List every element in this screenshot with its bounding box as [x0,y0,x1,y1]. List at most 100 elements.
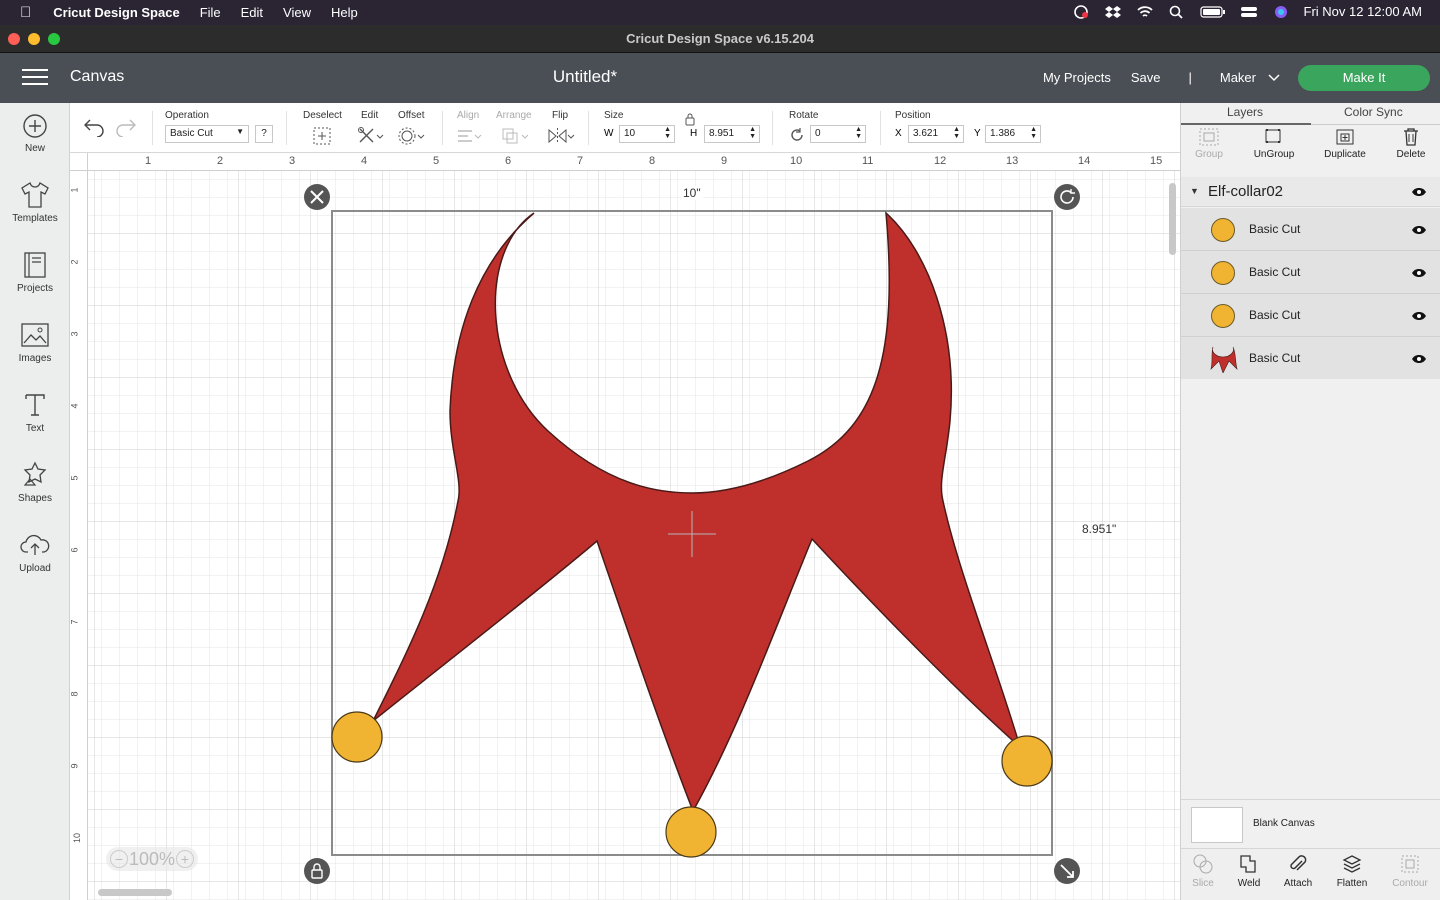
undo-icon[interactable] [82,117,106,137]
machine-select[interactable]: Maker [1220,70,1280,85]
sidebar-item-new[interactable]: New [0,113,70,154]
visibility-eye-icon[interactable] [1411,311,1427,321]
sidebar-item-shapes[interactable]: Shapes [0,461,70,504]
zoom-out-button[interactable]: − [110,850,128,868]
apple-icon[interactable]:  [20,4,31,21]
contour-button[interactable]: Contour [1384,853,1436,889]
sidebar-item-images[interactable]: Images [0,321,70,364]
my-projects-link[interactable]: My Projects [1043,70,1111,85]
layers-empty-area [1181,379,1440,799]
menu-edit[interactable]: Edit [241,5,263,20]
chevron-down-icon [1268,73,1280,81]
stepper-icon[interactable]: ▲ ▼ [1030,126,1037,140]
rotate-handle[interactable] [1054,184,1080,210]
attach-button[interactable]: Attach [1272,853,1324,889]
bell-circle-left[interactable] [331,711,383,763]
zoom-in-button[interactable]: + [175,850,194,868]
arrange-icon[interactable] [500,126,530,146]
height-input[interactable]: 8.951 ▲ ▼ [704,125,760,143]
lock-handle[interactable] [304,858,330,884]
trash-icon [1404,128,1418,146]
ruler-top-tick-label: 14 [1078,155,1091,167]
width-input[interactable]: 10 ▲ ▼ [619,125,675,143]
layer-swatch-collar[interactable] [1207,345,1239,373]
battery-icon[interactable] [1199,5,1226,19]
menu-help[interactable]: Help [331,5,358,20]
tool-label: Contour [1392,878,1428,889]
stepper-icon[interactable]: ▲ ▼ [855,126,862,140]
flip-icon[interactable] [546,126,576,146]
layer-row[interactable]: Basic Cut [1181,294,1440,337]
rotate-input[interactable]: 0 ▲ ▼ [810,125,866,143]
horizontal-scrollbar[interactable] [98,889,172,896]
delete-handle[interactable] [304,184,330,210]
ruler-corner [70,153,88,171]
lock-ratio-icon[interactable] [684,112,696,126]
slice-button[interactable]: Slice [1177,853,1229,889]
stepper-icon[interactable]: ▲ ▼ [664,126,671,140]
resize-handle[interactable] [1054,858,1080,884]
wifi-icon[interactable] [1136,5,1154,19]
operation-select[interactable]: Basic Cut ▼ [165,125,249,143]
design-canvas[interactable]: 1 2 3 4 5 6 7 8 9 10 11 12 13 14 15 1 2 3 4 5 6 7 8 9 10 10" 8.… [70,153,1180,900]
creative-cloud-icon[interactable] [1072,4,1090,19]
layer-swatch-circle[interactable] [1211,261,1235,285]
visibility-eye-icon[interactable] [1411,268,1427,278]
deselect-icon[interactable] [312,126,332,146]
duplicate-button[interactable]: Duplicate [1315,127,1375,160]
flatten-button[interactable]: Flatten [1326,853,1378,889]
layer-swatch-circle[interactable] [1211,218,1235,242]
redo-icon[interactable] [114,117,138,137]
search-icon[interactable] [1168,5,1186,19]
siri-icon[interactable] [1272,5,1290,19]
layer-swatch-circle[interactable] [1211,304,1235,328]
dropbox-icon[interactable] [1104,5,1122,19]
bell-circle-bottom[interactable] [665,806,717,858]
vertical-scrollbar[interactable] [1169,183,1176,255]
sidebar-item-templates[interactable]: Templates [0,181,70,224]
save-button[interactable]: Save [1131,70,1161,85]
layer-name: Basic Cut [1249,351,1301,365]
layer-row[interactable]: Basic Cut [1181,337,1440,380]
bell-circle-right[interactable] [1001,735,1053,787]
blank-canvas-row[interactable]: Blank Canvas [1181,799,1440,848]
expand-caret-icon[interactable]: ▼ [1190,186,1199,196]
control-center-icon[interactable] [1240,5,1258,19]
layer-row[interactable]: Basic Cut [1181,208,1440,251]
visibility-eye-icon[interactable] [1411,225,1427,235]
layer-row[interactable]: Basic Cut [1181,251,1440,294]
align-icon[interactable] [455,126,483,146]
sidebar-item-projects[interactable]: Projects [0,251,70,294]
toolbar-divider [772,111,773,145]
group-button[interactable]: Group [1179,127,1239,160]
menu-view[interactable]: View [283,5,311,20]
tab-color-sync[interactable]: Color Sync [1344,105,1403,119]
blank-canvas-swatch[interactable] [1191,807,1243,843]
document-title[interactable]: Untitled* [0,67,1170,87]
delete-button[interactable]: Delete [1381,127,1440,160]
sidebar-item-text[interactable]: Text [0,391,70,434]
tab-layers[interactable]: Layers [1227,105,1263,119]
size-label: Size [604,110,624,121]
clock[interactable]: Fri Nov 12 12:00 AM [1304,4,1423,19]
flatten-icon [1342,855,1362,873]
make-it-button[interactable]: Make It [1298,65,1430,91]
app-menu[interactable]: Cricut Design Space [53,5,179,20]
y-position-input[interactable]: 1.386 ▲ ▼ [985,125,1041,143]
weld-button[interactable]: Weld [1223,853,1275,889]
menu-file[interactable]: File [200,5,221,20]
stepper-icon[interactable]: ▲ ▼ [749,126,756,140]
offset-icon[interactable] [398,126,426,146]
dropdown-arrow-icon: ▼ [236,127,244,136]
ruler-left-tick-label: 4 [70,403,80,409]
stepper-icon[interactable]: ▲ ▼ [953,126,960,140]
ruler-top-tick-label: 11 [862,155,874,167]
sidebar-item-upload[interactable]: Upload [0,531,70,574]
visibility-eye-icon[interactable] [1411,187,1427,197]
edit-scissors-icon[interactable] [357,126,385,146]
ungroup-button[interactable]: UnGroup [1244,127,1304,160]
x-position-input[interactable]: 3.621 ▲ ▼ [908,125,964,143]
operation-help-button[interactable]: ? [255,125,273,143]
visibility-eye-icon[interactable] [1411,354,1427,364]
layer-group-row[interactable]: ▼ Elf-collar02 [1181,177,1440,207]
